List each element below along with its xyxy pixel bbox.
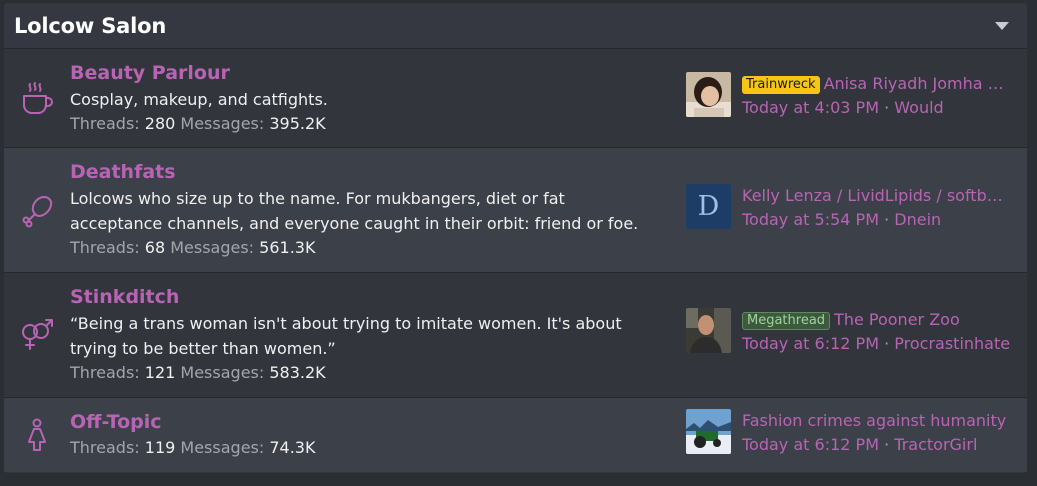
gender-symbols-icon — [4, 273, 70, 397]
avatar[interactable] — [686, 409, 731, 454]
forum-title-link[interactable]: Deathfats — [70, 161, 1027, 184]
separator: · — [884, 334, 890, 353]
threads-label: Threads: — [70, 114, 140, 133]
forum-stats: Threads: 68 Messages: 561.3K — [70, 236, 1027, 259]
collapse-toggle-icon[interactable] — [995, 21, 1009, 30]
separator: · — [884, 435, 890, 454]
threads-count: 121 — [144, 363, 176, 382]
latest-post-time[interactable]: Today at 6:12 PM — [742, 435, 879, 454]
latest-post-time[interactable]: Today at 4:03 PM — [742, 98, 879, 117]
forum-category-block: Lolcow Salon Beauty Parlour Cosplay, mak… — [4, 3, 1027, 473]
threads-count: 280 — [144, 114, 176, 133]
latest-post-user[interactable]: Would — [894, 98, 943, 117]
forum-node-beauty-parlour: Beauty Parlour Cosplay, makeup, and catf… — [4, 49, 1027, 148]
category-title[interactable]: Lolcow Salon — [14, 14, 166, 38]
messages-label: Messages: — [180, 114, 265, 133]
forum-title-link[interactable]: Stinkditch — [70, 286, 1027, 309]
threads-label: Threads: — [70, 363, 140, 382]
person-female-icon — [4, 398, 70, 472]
latest-post-user[interactable]: Dnein — [894, 210, 941, 229]
latest-post-time[interactable]: Today at 6:12 PM — [742, 334, 879, 353]
latest-post-time[interactable]: Today at 5:54 PM — [742, 210, 879, 229]
messages-label: Messages: — [170, 238, 255, 257]
threads-count: 119 — [144, 438, 176, 457]
separator: · — [884, 210, 890, 229]
avatar-letter: D — [697, 191, 720, 222]
latest-thread-link[interactable]: Anisa Riyadh Jomha … — [824, 74, 1004, 93]
forum-stats: Threads: 121 Messages: 583.2K — [70, 361, 1027, 384]
latest-post: D Kelly Lenza / LividLipids / softb… Tod… — [686, 184, 1024, 232]
threads-label: Threads: — [70, 238, 140, 257]
messages-count: 583.2K — [269, 363, 326, 382]
forum-node-stinkditch: Stinkditch “Being a trans woman isn't ab… — [4, 273, 1027, 398]
messages-count: 561.3K — [259, 238, 316, 257]
messages-label: Messages: — [180, 438, 265, 457]
avatar[interactable] — [686, 72, 731, 117]
thread-prefix-badge[interactable]: Megathread — [742, 312, 831, 330]
latest-post-user[interactable]: TractorGirl — [894, 435, 977, 454]
latest-post: Megathread The Pooner Zoo Today at 6:12 P… — [686, 308, 1024, 356]
latest-post: Trainwreck Anisa Riyadh Jomha … Today at … — [686, 72, 1024, 120]
messages-label: Messages: — [180, 363, 265, 382]
threads-count: 68 — [144, 238, 166, 257]
coffee-cup-icon — [4, 49, 70, 147]
latest-thread-link[interactable]: Kelly Lenza / LividLipids / softb… — [742, 186, 1003, 205]
forum-node-off-topic: Off-Topic Threads: 119 Messages: 74.3K F… — [4, 398, 1027, 472]
threads-label: Threads: — [70, 438, 140, 457]
avatar[interactable]: D — [686, 184, 731, 229]
forum-node-deathfats: Deathfats Lolcows who size up to the nam… — [4, 148, 1027, 273]
latest-post-user[interactable]: Procrastinhate — [894, 334, 1010, 353]
latest-thread-link[interactable]: The Pooner Zoo — [834, 310, 960, 329]
drumstick-icon — [4, 148, 70, 272]
latest-thread-link[interactable]: Fashion crimes against humanity — [742, 411, 1006, 430]
latest-post: Fashion crimes against humanity Today at… — [686, 409, 1024, 457]
avatar[interactable] — [686, 308, 731, 353]
messages-count: 74.3K — [269, 438, 316, 457]
messages-count: 395.2K — [269, 114, 326, 133]
separator: · — [884, 98, 890, 117]
thread-prefix-badge[interactable]: Trainwreck — [742, 76, 820, 94]
category-header: Lolcow Salon — [4, 3, 1027, 49]
